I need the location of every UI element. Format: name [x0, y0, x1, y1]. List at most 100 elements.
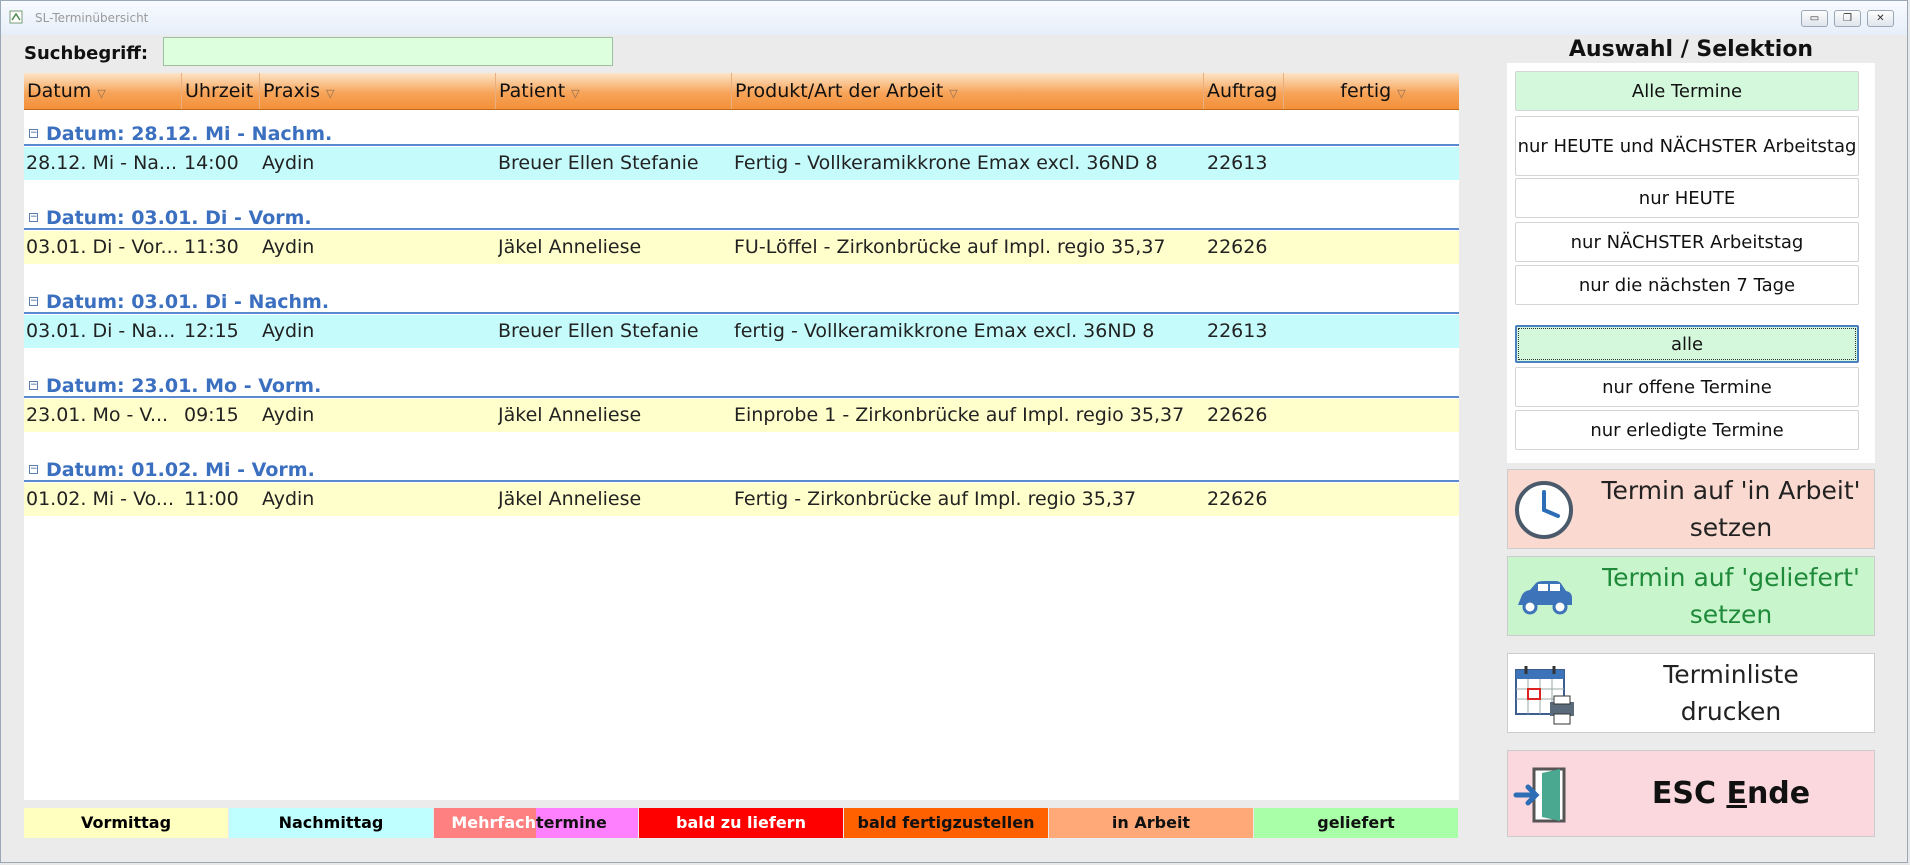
calendar-print-icon — [1515, 666, 1574, 725]
close-button[interactable]: ✕ — [1867, 10, 1894, 27]
collapse-icon[interactable]: − — [29, 465, 38, 474]
cell-auftrag: 22626 — [1207, 236, 1268, 258]
cell-uhrzeit: 11:30 — [184, 236, 239, 258]
cell-patient: Jäkel Anneliese — [498, 404, 642, 426]
cell-datum: 28.12. Mi - Na... — [26, 152, 178, 174]
set-geliefert-label: Termin auf 'geliefert' setzen — [1588, 557, 1874, 635]
filter-icon[interactable]: ▽ — [97, 87, 105, 100]
cell-praxis: Aydin — [262, 404, 315, 426]
restore-icon: ❐ — [1843, 13, 1852, 24]
cell-datum: 03.01. Di - Vor... — [26, 236, 179, 258]
filter-naechste-7-tage-button[interactable]: nur die nächsten 7 Tage — [1515, 265, 1859, 305]
column-label: Praxis — [263, 80, 320, 102]
esc-exit-label: ESC Ende — [1588, 751, 1874, 836]
filter-alle-termine-button[interactable]: Alle Termine — [1515, 71, 1859, 111]
print-list-label: Terminliste drucken — [1588, 654, 1874, 732]
exit-door-icon — [1513, 767, 1566, 823]
collapse-icon[interactable]: − — [29, 213, 38, 222]
cell-uhrzeit: 09:15 — [184, 404, 239, 426]
label-line1: Termin auf 'geliefert' — [1602, 563, 1860, 592]
table-row[interactable]: 03.01. Di - Vor... 11:30 Aydin Jäkel Anneli… — [24, 231, 1459, 264]
cell-produkt: FU-Löffel - Zirkonbrücke auf Impl. regio… — [734, 236, 1166, 258]
cell-patient: Breuer Ellen Stefanie — [498, 320, 699, 342]
esc-suffix: nde — [1746, 776, 1811, 811]
column-header-praxis[interactable]: Praxis ▽ — [260, 73, 496, 109]
collapse-icon[interactable]: − — [29, 129, 38, 138]
cell-auftrag: 22613 — [1207, 152, 1268, 174]
group-title: Datum: 03.01. Di - Nachm. — [46, 291, 330, 313]
group-title: Datum: 28.12. Mi - Nachm. — [46, 123, 333, 145]
cell-patient: Breuer Ellen Stefanie — [498, 152, 699, 174]
cell-datum: 23.01. Mo - V... — [26, 404, 169, 426]
restore-button[interactable]: ❐ — [1834, 10, 1861, 27]
column-header-fertig[interactable]: fertig ▽ — [1284, 73, 1459, 109]
filter-icon[interactable]: ▽ — [571, 87, 579, 100]
legend-bald-fertigzustellen: bald fertigzustellen — [844, 808, 1048, 838]
group-header[interactable]: − Datum: 03.01. Di - Nachm. — [24, 290, 1459, 314]
column-label: Auftrag — [1207, 80, 1278, 102]
table-row[interactable]: 28.12. Mi - Na... 14:00 Aydin Breuer Ellen … — [24, 147, 1459, 180]
search-input[interactable] — [163, 37, 613, 66]
label-line2: setzen — [1689, 600, 1773, 629]
window-title: SL-Terminübersicht — [35, 11, 149, 25]
filter-icon[interactable]: ▽ — [1397, 87, 1405, 100]
legend-vormittag: Vormittag — [24, 808, 228, 838]
title-bar: SL-Terminübersicht ▭ ❐ ✕ — [1, 1, 1907, 35]
legend-mehrfach-part: Mehrfach — [434, 808, 536, 838]
app-icon — [9, 10, 23, 24]
car-icon — [1518, 581, 1572, 615]
filter-naechster-arbeitstag-button[interactable]: nur NÄCHSTER Arbeitstag — [1515, 222, 1859, 262]
minimize-icon: ▭ — [1809, 13, 1820, 24]
filter-erledigte-termine-button[interactable]: nur erledigte Termine — [1515, 410, 1859, 450]
legend-nachmittag: Nachmittag — [229, 808, 433, 838]
legend-geliefert: geliefert — [1254, 808, 1458, 838]
cell-datum: 03.01. Di - Na... — [26, 320, 176, 342]
cell-auftrag: 22613 — [1207, 320, 1268, 342]
filter-offene-termine-button[interactable]: nur offene Termine — [1515, 367, 1859, 407]
column-header-patient[interactable]: Patient ▽ — [496, 73, 732, 109]
cell-uhrzeit: 12:15 — [184, 320, 239, 342]
cell-produkt: Fertig - Vollkeramikkrone Emax excl. 36N… — [734, 152, 1158, 174]
group-header[interactable]: − Datum: 23.01. Mo - Vorm. — [24, 374, 1459, 398]
column-header-auftrag[interactable]: Auftrag — [1204, 73, 1284, 109]
column-header-produkt[interactable]: Produkt/Art der Arbeit ▽ — [732, 73, 1204, 109]
filter-icon[interactable]: ▽ — [326, 87, 334, 100]
label-line1: Terminliste — [1663, 660, 1799, 689]
grid-header: Datum ▽ Uhrzeit Praxis ▽ Patient ▽ Produkt/… — [24, 73, 1459, 110]
legend-bald-zu-liefern: bald zu liefern — [639, 808, 843, 838]
appointment-grid: Datum ▽ Uhrzeit Praxis ▽ Patient ▽ Produkt/… — [24, 73, 1459, 800]
cell-uhrzeit: 14:00 — [184, 152, 239, 174]
print-list-button[interactable]: Terminliste drucken — [1507, 653, 1875, 733]
column-header-datum[interactable]: Datum ▽ — [24, 73, 182, 109]
set-geliefert-button[interactable]: Termin auf 'geliefert' setzen — [1507, 556, 1875, 636]
table-row[interactable]: 01.02. Mi - Vo... 11:00 Aydin Jäkel Annelie… — [24, 483, 1459, 516]
search-label: Suchbegriff: — [24, 43, 149, 64]
filter-heute-und-naechster-button[interactable]: nur HEUTE und NÄCHSTER Arbeitstag — [1515, 116, 1859, 176]
minimize-button[interactable]: ▭ — [1801, 10, 1828, 27]
legend-termine-part: termine — [536, 808, 638, 838]
filter-heute-button[interactable]: nur HEUTE — [1515, 178, 1859, 218]
group-header[interactable]: − Datum: 28.12. Mi - Nachm. — [24, 122, 1459, 146]
filter-alle-status-button[interactable]: alle — [1515, 325, 1859, 363]
collapse-icon[interactable]: − — [29, 297, 38, 306]
esc-prefix: ESC — [1651, 776, 1727, 811]
column-label: Patient — [499, 80, 566, 102]
column-label: Datum — [27, 80, 92, 102]
cell-produkt: Fertig - Zirkonbrücke auf Impl. regio 35… — [734, 488, 1137, 510]
table-row[interactable]: 23.01. Mo - V... 09:15 Aydin Jäkel Annelies… — [24, 399, 1459, 432]
set-in-arbeit-button[interactable]: Termin auf 'in Arbeit' setzen — [1507, 469, 1875, 549]
close-icon: ✕ — [1876, 13, 1885, 24]
column-label: Produkt/Art der Arbeit — [735, 80, 944, 102]
cell-auftrag: 22626 — [1207, 404, 1268, 426]
cell-praxis: Aydin — [262, 236, 315, 258]
column-header-uhrzeit[interactable]: Uhrzeit — [182, 73, 260, 109]
table-row[interactable]: 03.01. Di - Na... 12:15 Aydin Breuer Ellen … — [24, 315, 1459, 348]
group-title: Datum: 01.02. Mi - Vorm. — [46, 459, 315, 481]
cell-uhrzeit: 11:00 — [184, 488, 239, 510]
collapse-icon[interactable]: − — [29, 381, 38, 390]
filter-icon[interactable]: ▽ — [949, 87, 957, 100]
esc-exit-button[interactable]: ESC Ende — [1507, 750, 1875, 837]
cell-praxis: Aydin — [262, 152, 315, 174]
group-header[interactable]: − Datum: 03.01. Di - Vorm. — [24, 206, 1459, 230]
group-header[interactable]: − Datum: 01.02. Mi - Vorm. — [24, 458, 1459, 482]
